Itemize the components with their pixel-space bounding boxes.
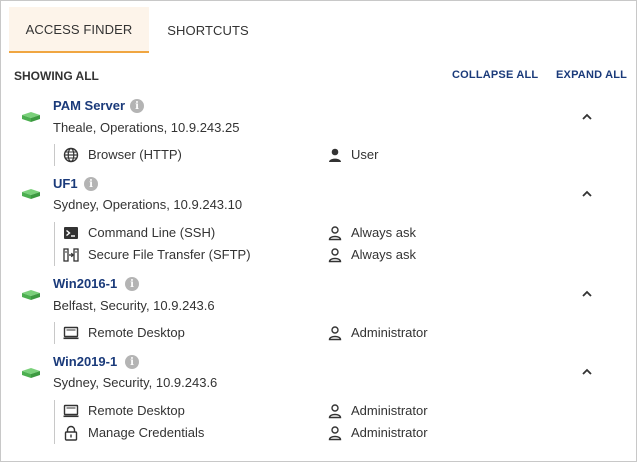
connection-user: Administrator <box>351 425 428 440</box>
connection-user: User <box>351 147 379 162</box>
connection-row[interactable]: Remote Desktop Administrator <box>61 323 621 343</box>
server-icon <box>22 368 40 378</box>
expand-all-button[interactable]: EXPAND ALL <box>556 69 627 81</box>
connection-row[interactable]: Manage Credentials Administrator <box>61 423 621 443</box>
tree-rail <box>54 144 55 166</box>
server-icon <box>22 112 40 122</box>
connection-label: Remote Desktop <box>88 403 185 418</box>
tree-rail <box>54 222 55 266</box>
connection-label: Remote Desktop <box>88 325 185 340</box>
access-panel: ACCESS FINDER SHORTCUTS SHOWING ALL COLL… <box>0 0 637 462</box>
connection-row[interactable]: Command Line (SSH) Always ask <box>61 223 621 243</box>
connection-row[interactable]: Secure File Transfer (SFTP) Always ask <box>61 245 621 265</box>
tree-rail <box>54 400 55 444</box>
tab-access-finder[interactable]: ACCESS FINDER <box>9 7 149 53</box>
chevron-up-icon[interactable] <box>580 365 594 379</box>
tree-rail <box>54 322 55 344</box>
connection-label: Command Line (SSH) <box>88 225 216 240</box>
info-icon[interactable]: i <box>125 277 139 291</box>
server-name[interactable]: Win2019-1 <box>53 354 117 369</box>
connection-row[interactable]: Browser (HTTP) User <box>61 145 621 165</box>
server-icon <box>22 189 40 199</box>
server-icon <box>22 290 40 300</box>
connection-row[interactable]: Remote Desktop Administrator <box>61 401 621 421</box>
server-name[interactable]: Win2016-1 <box>53 276 117 291</box>
connection-user: Always ask <box>351 225 417 240</box>
connection-user: Administrator <box>351 325 428 340</box>
user-outline-icon <box>328 326 342 341</box>
globe-icon <box>63 147 79 163</box>
user-outline-icon <box>328 404 342 419</box>
connection-user: Always ask <box>351 247 417 262</box>
info-icon[interactable]: i <box>84 177 98 191</box>
terminal-icon <box>64 227 78 239</box>
showing-label: SHOWING ALL <box>14 69 99 83</box>
info-icon[interactable]: i <box>130 99 144 113</box>
user-solid-icon <box>329 148 341 162</box>
connection-label: Manage Credentials <box>88 425 205 440</box>
monitor-icon <box>63 326 79 340</box>
chevron-up-icon[interactable] <box>580 287 594 301</box>
server-details: Sydney, Operations, 10.9.243.10 <box>53 197 243 212</box>
monitor-icon <box>63 404 79 418</box>
connection-user: Administrator <box>351 403 428 418</box>
collapse-all-button[interactable]: COLLAPSE ALL <box>452 69 538 81</box>
server-details: Sydney, Security, 10.9.243.6 <box>53 375 218 390</box>
connection-label: Secure File Transfer (SFTP) <box>88 247 251 262</box>
lock-icon <box>64 425 78 441</box>
server-details: Theale, Operations, 10.9.243.25 <box>53 120 240 135</box>
user-outline-icon <box>328 248 342 263</box>
file-transfer-icon <box>63 248 79 262</box>
connection-label: Browser (HTTP) <box>88 147 182 162</box>
tab-shortcuts[interactable]: SHORTCUTS <box>149 7 267 53</box>
user-outline-icon <box>328 226 342 241</box>
chevron-up-icon[interactable] <box>580 110 594 124</box>
info-icon[interactable]: i <box>125 355 139 369</box>
server-name[interactable]: PAM Server <box>53 98 125 113</box>
server-name[interactable]: UF1 <box>53 176 78 191</box>
server-details: Belfast, Security, 10.9.243.6 <box>53 298 215 313</box>
user-outline-icon <box>328 426 342 441</box>
chevron-up-icon[interactable] <box>580 187 594 201</box>
